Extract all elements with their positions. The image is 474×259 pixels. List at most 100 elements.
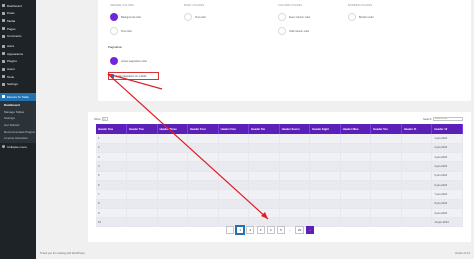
table-cell: 6 [96,180,128,191]
color-swatch[interactable] [278,13,286,21]
sidebar-item-pages[interactable]: Pages [0,25,36,33]
entries-control: Show 10 [94,117,108,121]
table-cell [340,189,372,200]
table-cell [218,134,250,144]
column-header[interactable]: Header Eight [309,124,341,134]
column-header[interactable]: Header One [96,124,128,134]
table-cell [126,161,158,172]
table-cell [157,208,189,219]
table-cell [279,152,311,163]
plugins-icon [2,59,5,63]
page-button-4[interactable]: 4 [266,226,275,234]
sidebar-item-dashboard[interactable]: Dashboard [0,2,36,10]
table-cell: 8-jan-2024 [431,199,463,209]
table-cell [340,161,372,172]
color-swatch[interactable] [348,13,356,21]
active-pagination-color-row[interactable]: Active pagination color [110,57,147,65]
color-row[interactable]: Odd column color [278,27,310,35]
page-button-2[interactable]: 2 [246,226,255,234]
submenu-item-dashboard[interactable]: Dashboard [0,102,36,109]
table-cell [279,208,311,219]
color-label: Text color [195,15,207,19]
table-cell [248,161,280,172]
sidebar-item-posts[interactable]: Posts [0,10,36,18]
sidebar-item-settings[interactable]: Settings [0,80,36,88]
page-button-1[interactable]: 1 [235,225,246,235]
sidebar-item-astra[interactable]: Astra [0,42,36,50]
table-cell [248,180,280,191]
table-cell: 6-jan-2024 [431,180,463,191]
footer-version: Version 6.4.3 [454,252,470,255]
sidebar-item-tools[interactable]: Tools [0,73,36,81]
table-cell [309,208,341,219]
table-cell [370,134,402,144]
settings-icon [2,82,5,86]
table-cell [157,189,189,200]
table-cell: 7 [96,189,128,200]
column-header[interactable]: Header Six [248,124,280,134]
search-input[interactable] [433,116,463,122]
color-row[interactable]: Text color [110,27,141,35]
color-row[interactable]: Background color [110,13,141,21]
table-cell: 9-jan-2024 [431,208,463,219]
sidebar-item-appearance[interactable]: Appearance [0,50,36,58]
page-button-5[interactable]: 5 [276,226,285,234]
entries-select[interactable]: 10 [101,117,108,121]
column-header[interactable]: Header 11 [401,124,433,134]
submenu-item-manage-tables[interactable]: Manage Tables [0,108,36,115]
color-group-title: BORDER COLORS [348,4,373,7]
color-row[interactable]: Even column color [278,13,310,21]
page-button-last[interactable]: 20 [295,226,304,234]
column-header[interactable]: Header Four [187,124,219,134]
column-header[interactable]: Header Seven [279,124,311,134]
color-label: Odd column color [289,29,310,33]
color-row[interactable]: Text color [184,13,206,21]
color-swatch[interactable] [110,13,118,21]
users-icon [2,67,5,71]
table-cell [157,171,189,182]
color-swatch[interactable] [278,27,286,35]
column-header[interactable]: Header Nine [340,124,372,134]
sidebar-item-ebooks-to-table[interactable]: Ebooks To Table [0,93,36,101]
hide-pagination-mobile-row[interactable]: ✓ Hide pagination on mobile [108,72,159,80]
table-row: 8 8-jan-2024 [96,199,463,209]
column-header[interactable]: Header Ten [370,124,402,134]
sidebar-item-comments[interactable]: Comments [0,32,36,40]
color-swatch[interactable] [184,13,192,21]
sidebar-item-media[interactable]: Media [0,17,36,25]
hide-pagination-checkbox[interactable]: ✓ [111,73,115,78]
next-page-button[interactable]: › [306,226,315,234]
submenu-item-license-activation[interactable]: License Activation [0,135,36,142]
table-cell: 5-jan-2024 [431,171,463,182]
collapse-menu-button[interactable]: Collapse menu [0,143,36,151]
column-header[interactable]: Header 12 [431,124,463,134]
column-header[interactable]: Header Five [218,124,250,134]
table-cell [248,171,280,182]
table-cell: 3 [96,152,128,163]
table-cell [309,199,341,209]
color-swatch[interactable] [110,27,118,35]
column-header[interactable]: Header Three [157,124,189,134]
column-header[interactable]: Header Two [126,124,158,134]
table-cell [187,161,219,172]
table-cell [340,134,372,144]
table-cell [157,217,189,228]
table-cell [218,208,250,219]
table-cell [309,161,341,172]
table-row: 5 5-jan-2024 [96,171,463,182]
submenu-item-settings[interactable]: Settings [0,115,36,122]
table-cell [279,199,311,209]
color-settings-panel: HEADER COLORS Background color Text color B… [98,0,471,101]
sidebar-item-plugins[interactable]: Plugins [0,58,36,66]
active-pagination-color-swatch[interactable] [110,57,118,65]
sidebar-item-users[interactable]: Users [0,65,36,73]
prev-page-button[interactable]: ‹ [226,226,234,234]
submenu-item-recommended-plugins[interactable]: Recommended Plugins [0,128,36,135]
submenu-item-get-started[interactable]: Get Started [0,122,36,129]
page-button-3[interactable]: 3 [256,226,265,234]
color-label: Border Color [359,15,374,19]
color-row[interactable]: Border Color [348,13,374,21]
table-cell [126,152,158,163]
table-cell [309,217,341,228]
table-cell [309,152,341,163]
